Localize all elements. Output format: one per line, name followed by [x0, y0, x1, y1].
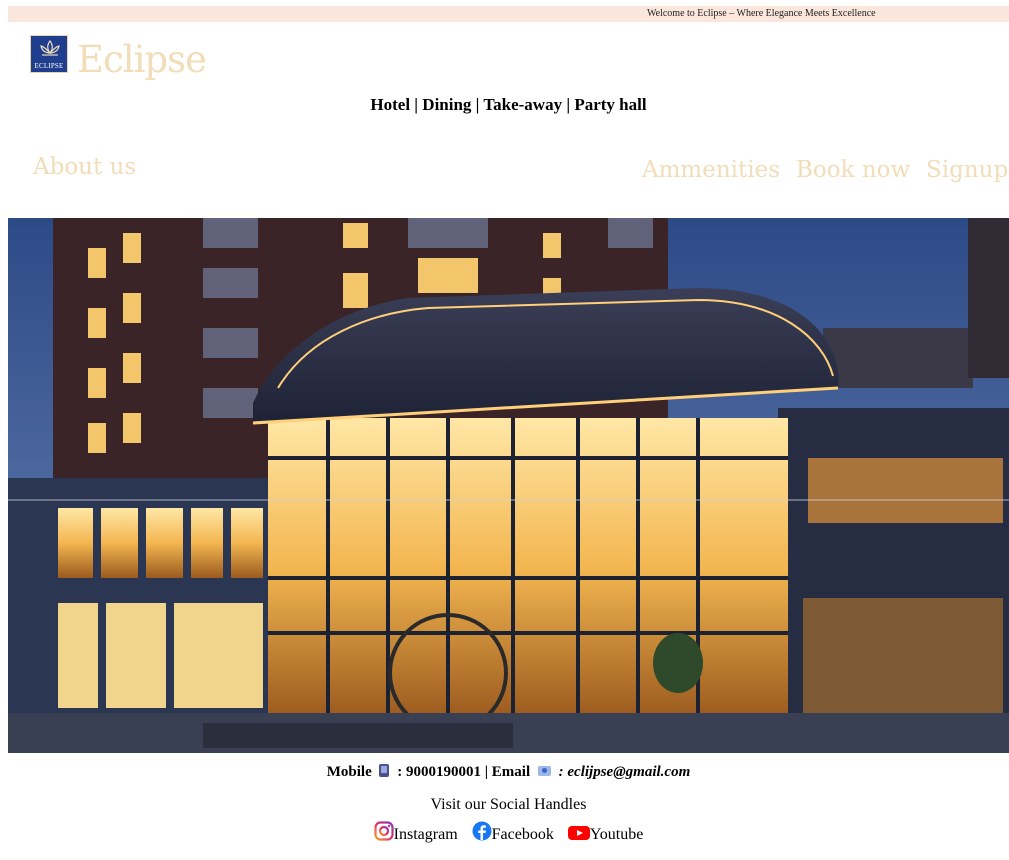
mobile-label: Mobile: [326, 764, 372, 780]
nav-book-now[interactable]: Book now: [796, 157, 910, 183]
mobile-value[interactable]: : 9000190001: [397, 764, 481, 780]
welcome-text: Welcome to Eclipse – Where Elegance Meet…: [647, 8, 876, 19]
email-icon: [537, 766, 551, 776]
instagram-link[interactable]: Instagram: [374, 821, 462, 843]
facebook-link[interactable]: Facebook: [472, 821, 558, 843]
email-label: Email: [491, 764, 531, 780]
hero-hotel-image: [8, 218, 1009, 753]
lotus-icon: [40, 39, 60, 56]
services-line: Hotel | Dining | Take-away | Party hall: [370, 95, 647, 114]
instagram-icon: [374, 821, 394, 841]
mobile-phone-icon: [379, 764, 390, 777]
logo-badge-text: ECLIPSE: [34, 62, 64, 70]
nav-amenities[interactable]: Ammenities: [642, 157, 780, 183]
social-links: Instagram Facebook Youtube: [0, 821, 1009, 844]
email-value[interactable]: : eclijpse@gmail.com: [559, 764, 691, 780]
social-handles-title: Visit our Social Handles: [430, 796, 587, 813]
youtube-link[interactable]: Youtube: [567, 826, 644, 843]
brand-name: Eclipse: [77, 38, 207, 81]
nav-about-us[interactable]: About us: [33, 154, 136, 180]
contact-line: Mobile : 9000190001 | Email : eclijpse@g…: [0, 764, 1009, 781]
nav-signup[interactable]: Signup: [926, 157, 1008, 183]
facebook-label: Facebook: [491, 826, 554, 843]
logo[interactable]: ECLIPSE: [30, 35, 68, 73]
youtube-label: Youtube: [589, 826, 644, 843]
youtube-icon: [567, 826, 590, 840]
contact-separator: |: [484, 764, 489, 780]
instagram-label: Instagram: [393, 826, 458, 843]
facebook-icon: [472, 821, 492, 841]
welcome-bar: Welcome to Eclipse – Where Elegance Meet…: [8, 6, 1009, 22]
